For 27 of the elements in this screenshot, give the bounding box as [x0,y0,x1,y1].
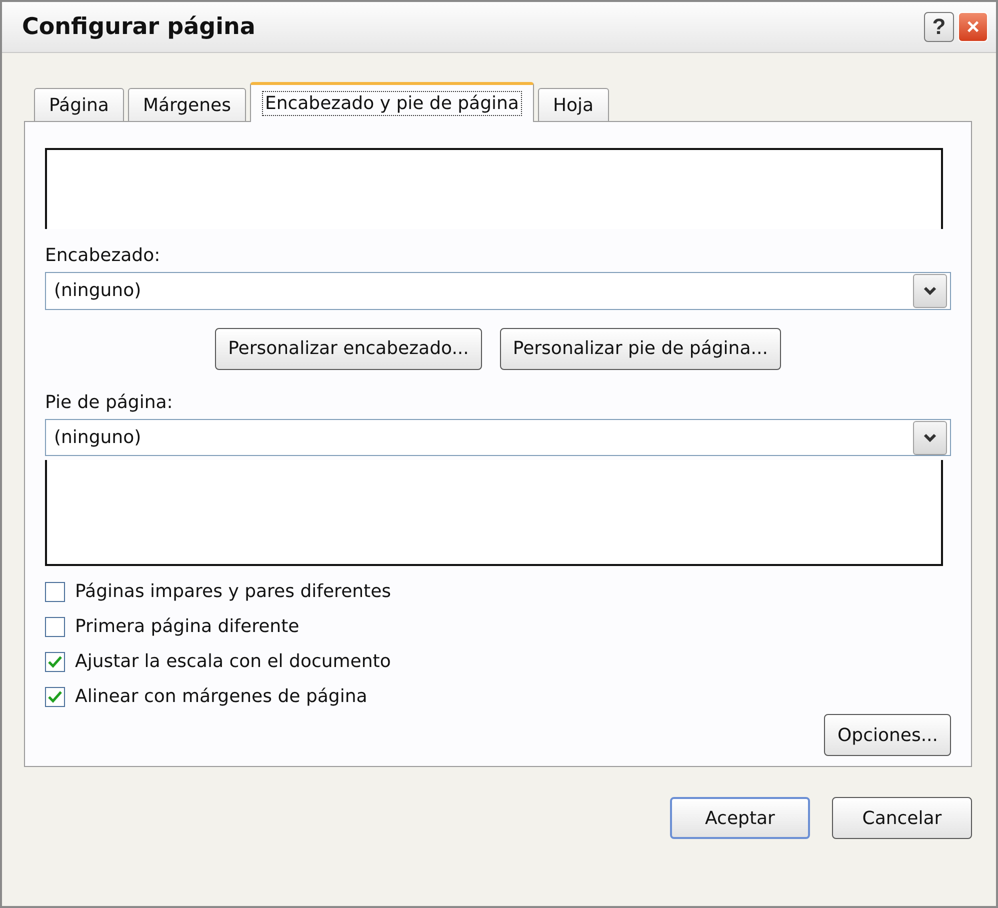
dialog-button[interactable]: Aceptar [670,797,810,839]
header-label: Encabezado: [45,244,162,266]
header-dropdown[interactable]: (ninguno) [45,272,951,310]
checkbox[interactable] [45,616,65,637]
chevron-down-icon [923,286,937,296]
tab[interactable]: Hoja [538,88,609,122]
checkbox[interactable] [45,582,65,602]
customize-button[interactable]: Personalizar encabezado... [215,328,482,370]
tab[interactable]: Página [34,88,124,122]
dialog-button[interactable]: Cancelar [832,797,972,839]
footer-label: Pie de página: [45,392,174,413]
customize-button[interactable]: Personalizar pie de página... [500,328,781,370]
footer-dropdown[interactable]: (ninguno) [45,418,951,456]
chevron-down-icon [923,432,937,443]
tab[interactable]: Márgenes [128,88,246,122]
checkmark-icon [48,690,62,703]
checkbox-label: Alinear con márgenes de página [75,686,368,708]
checkbox[interactable] [45,652,65,672]
window-title: Configurar página [22,14,256,40]
checkbox-label: Páginas impares y pares diferentes [75,581,392,602]
tab[interactable]: Encabezado y pie de página [250,82,534,122]
checkmark-icon [48,656,62,668]
checkbox-label: Ajustar la escala con el documento [75,651,391,672]
checkbox-label: Primera página diferente [75,616,300,638]
help-button[interactable]: ? [924,12,954,42]
checkbox[interactable] [45,686,65,707]
options-button[interactable]: Opciones... [824,714,951,756]
